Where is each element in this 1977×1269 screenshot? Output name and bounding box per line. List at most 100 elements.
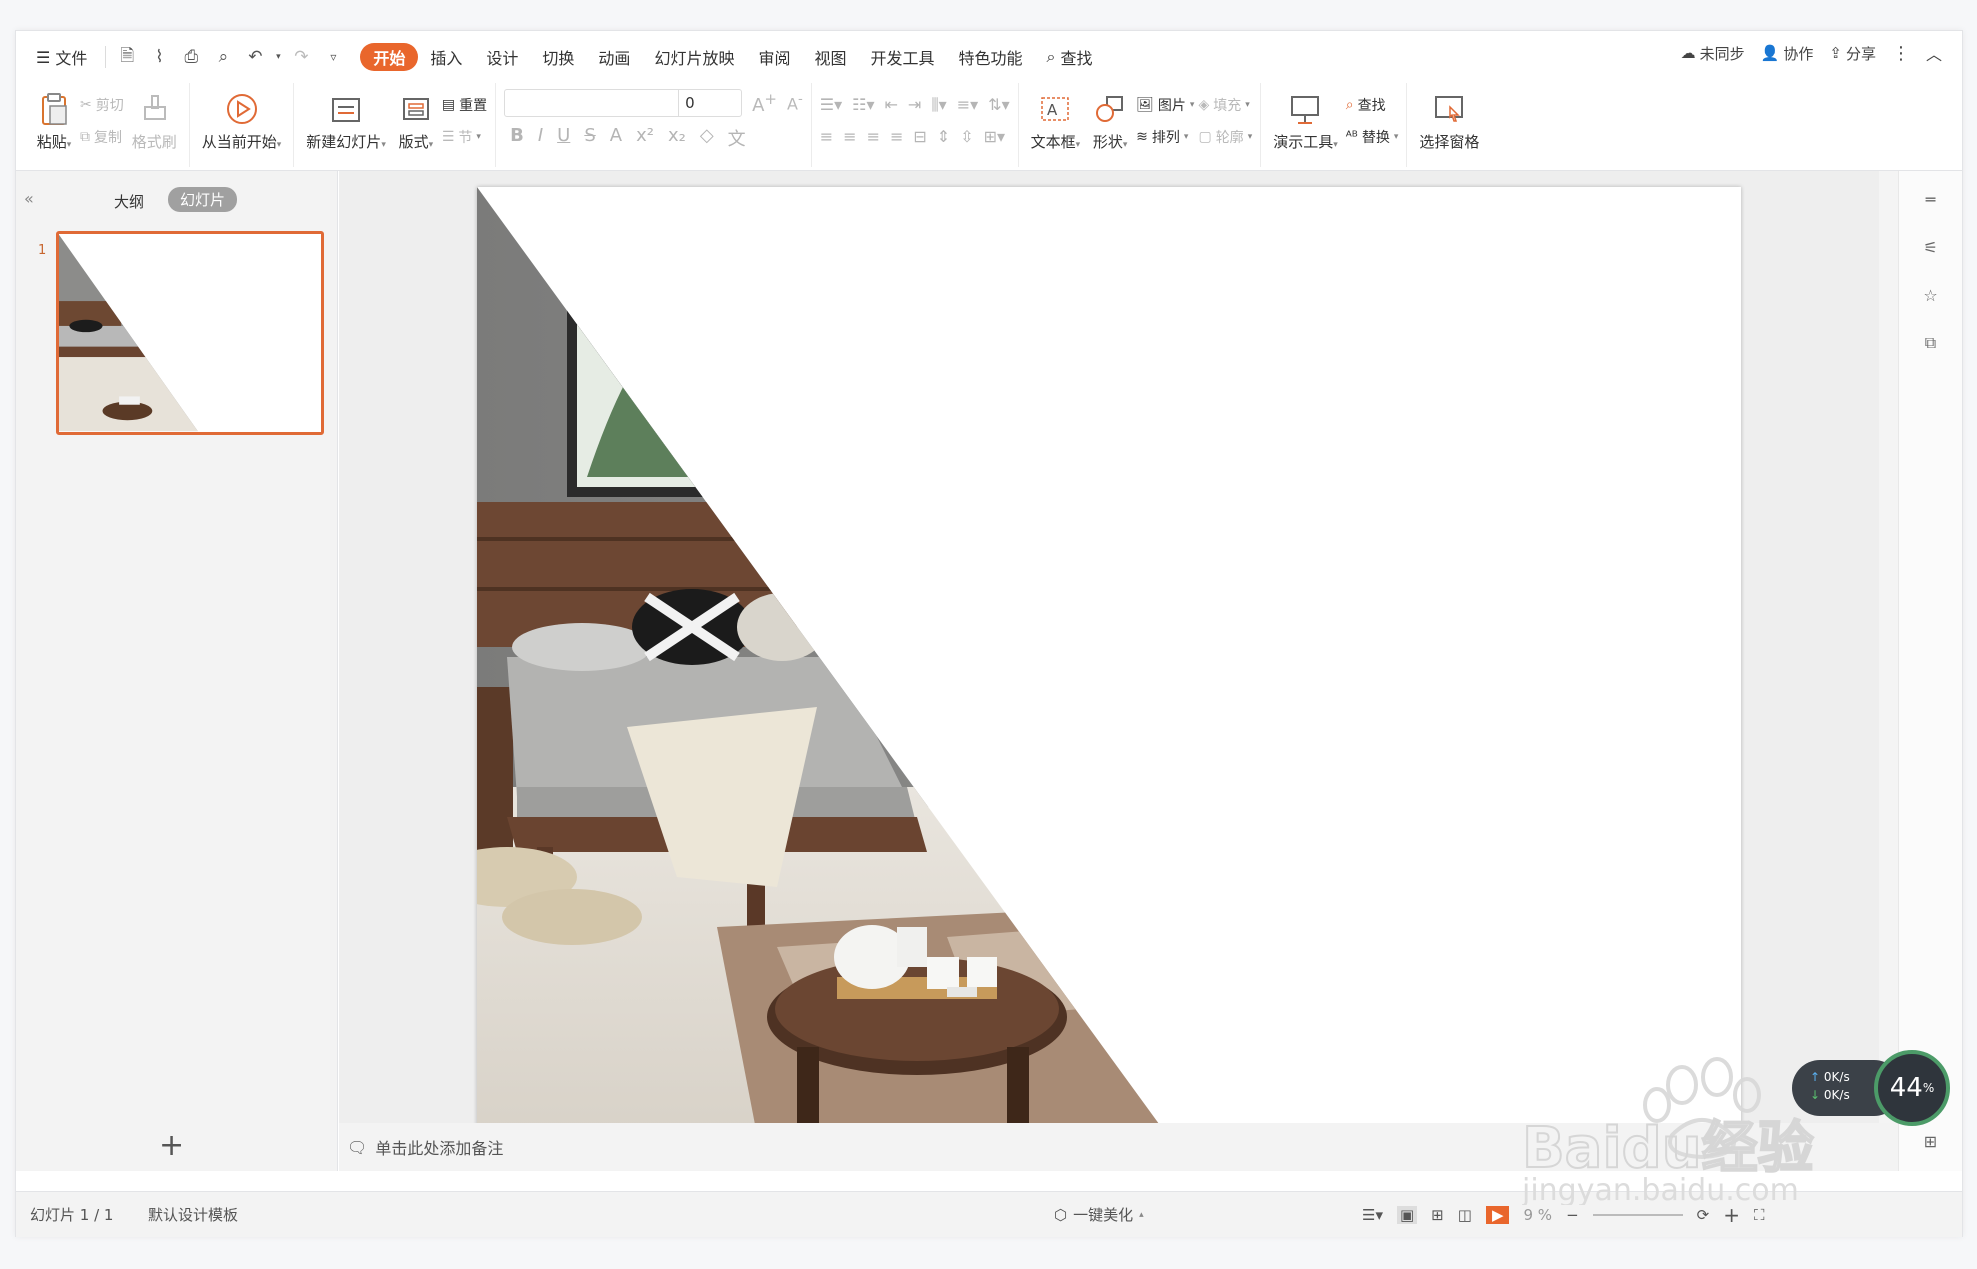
file-menu[interactable]: ☰ 文件: [24, 41, 99, 73]
redo-icon[interactable]: ↷: [286, 42, 316, 72]
format-painter-icon: [136, 91, 172, 127]
decrease-font-icon[interactable]: A-: [787, 92, 803, 113]
align-left-icon[interactable]: ≡: [820, 127, 833, 146]
tab-view[interactable]: 视图: [802, 41, 858, 73]
copy-button[interactable]: ⧉ 复制: [80, 125, 124, 149]
share-button[interactable]: ⇪ 分享: [1829, 43, 1876, 64]
tab-special-features[interactable]: 特色功能: [947, 41, 1035, 73]
tab-insert[interactable]: 插入: [418, 41, 474, 73]
superscript-icon[interactable]: x²: [636, 125, 654, 151]
align-right-icon[interactable]: ≡: [867, 127, 880, 146]
columns-icon[interactable]: ⫼▾: [931, 95, 946, 115]
sync-status-button[interactable]: ☁ 未同步: [1681, 43, 1745, 64]
tab-developer[interactable]: 开发工具: [858, 41, 946, 73]
increase-font-icon[interactable]: A+: [752, 90, 777, 116]
collapse-panel-icon[interactable]: «: [24, 189, 34, 208]
tab-animations[interactable]: 动画: [586, 41, 642, 73]
collapse-ribbon-icon[interactable]: ︿: [1926, 41, 1942, 65]
zoom-level[interactable]: 9 %: [1523, 1206, 1552, 1224]
properties-icon[interactable]: ⚟: [1917, 233, 1945, 261]
selection-pane-button[interactable]: 选择窗格: [1415, 89, 1483, 167]
reading-view-icon[interactable]: ◫: [1458, 1206, 1472, 1224]
tab-outline[interactable]: 大纲: [114, 191, 144, 212]
print-preview-icon[interactable]: ⌕: [208, 42, 238, 72]
template-name[interactable]: 默认设计模板: [148, 1204, 238, 1225]
strikethrough-icon[interactable]: S: [584, 125, 595, 151]
format-brush-icon[interactable]: ⌇: [144, 42, 174, 72]
textbox-button[interactable]: A 文本框▾: [1027, 89, 1085, 167]
numbered-list-icon[interactable]: ☷▾: [852, 95, 874, 115]
animation-star-icon[interactable]: ☆: [1917, 281, 1945, 309]
distribute-icon[interactable]: ⊟: [913, 127, 926, 146]
align-center-icon[interactable]: ≡: [843, 127, 856, 146]
fullscreen-icon[interactable]: ⛶: [1754, 1206, 1765, 1224]
fill-button[interactable]: ◈ 填充 ▾: [1198, 93, 1252, 117]
print-icon[interactable]: ⎙: [176, 42, 206, 72]
search-button[interactable]: ⌕ 查找: [1035, 41, 1105, 73]
outline-button[interactable]: ▢ 轮廓 ▾: [1198, 125, 1252, 149]
tab-design[interactable]: 设计: [474, 41, 530, 73]
section-button[interactable]: ☰ 节 ▾: [442, 125, 487, 149]
vertical-scrollbar[interactable]: [1879, 171, 1899, 1123]
presentation-tools-button[interactable]: 演示工具▾: [1269, 89, 1342, 167]
grid-view-icon[interactable]: ⊞: [1917, 1127, 1945, 1155]
transform-icon[interactable]: ⧉: [1917, 329, 1945, 357]
find-button[interactable]: ⌕ 查找: [1346, 93, 1399, 117]
slide-thumbnail[interactable]: [56, 231, 324, 435]
text-direction-icon[interactable]: ⇅▾: [988, 95, 1009, 115]
undo-dropdown-icon[interactable]: ▾: [272, 42, 284, 72]
italic-icon[interactable]: I: [538, 125, 543, 151]
format-painter-button[interactable]: 格式刷: [128, 89, 181, 167]
zoom-in-icon[interactable]: +: [1723, 1203, 1740, 1227]
zoom-out-icon[interactable]: −: [1566, 1206, 1579, 1224]
new-slide-button[interactable]: 新建幻灯片▾: [302, 89, 390, 167]
paragraph-spacing-icon[interactable]: ⇕: [937, 127, 950, 146]
normal-view-icon[interactable]: ▣: [1396, 1205, 1418, 1224]
phonetic-icon[interactable]: 文: [728, 125, 746, 151]
beautify-button[interactable]: ⬡ 一键美化 ▴: [1054, 1204, 1144, 1225]
add-slide-icon[interactable]: +: [159, 1128, 184, 1163]
play-from-current-button[interactable]: 从当前开始▾: [198, 89, 286, 167]
undo-icon[interactable]: ↶: [240, 42, 270, 72]
more-options-icon[interactable]: ⋮: [1892, 43, 1910, 64]
font-name-input[interactable]: [505, 90, 680, 116]
bullet-list-icon[interactable]: ☰▾: [820, 95, 842, 115]
underline-icon[interactable]: U: [557, 125, 570, 151]
line-spacing-icon[interactable]: ≡▾: [957, 95, 978, 115]
tab-home[interactable]: 开始: [360, 43, 419, 71]
tab-slideshow[interactable]: 幻灯片放映: [642, 41, 746, 73]
smartart-icon[interactable]: ⊞▾: [984, 127, 1005, 146]
tab-transitions[interactable]: 切换: [530, 41, 586, 73]
cut-button[interactable]: ✂ 剪切: [80, 93, 124, 117]
slide-sorter-icon[interactable]: ⊞: [1431, 1206, 1444, 1224]
shape-button[interactable]: 形状▾: [1088, 89, 1132, 167]
subscript-icon[interactable]: x₂: [668, 125, 686, 151]
paste-button[interactable]: 粘贴▾: [32, 89, 76, 167]
font-size-input[interactable]: 0: [679, 94, 741, 112]
drag-handle-icon[interactable]: ═: [1917, 185, 1945, 213]
decrease-indent-icon[interactable]: ⇤: [885, 95, 898, 115]
replace-button[interactable]: ᴬᴮ 替换 ▾: [1346, 125, 1399, 149]
bold-icon[interactable]: B: [510, 125, 524, 151]
layout-button[interactable]: 版式▾: [394, 89, 438, 167]
font-color-icon[interactable]: A: [610, 125, 622, 151]
notes-bar[interactable]: 🗨 单击此处添加备注: [339, 1123, 1899, 1171]
tab-review[interactable]: 审阅: [746, 41, 802, 73]
customize-quick-access-icon[interactable]: ▿: [318, 42, 348, 72]
play-slideshow-icon[interactable]: ▶: [1485, 1205, 1510, 1224]
zoom-slider[interactable]: [1592, 1213, 1683, 1216]
save-icon[interactable]: 🗎: [112, 42, 142, 72]
clear-format-icon[interactable]: ◇: [700, 125, 714, 151]
picture-button[interactable]: 🖼 图片 ▾: [1136, 93, 1194, 117]
align-text-icon[interactable]: ⇳: [960, 127, 973, 146]
justify-icon[interactable]: ≡: [890, 127, 903, 146]
collaborate-button[interactable]: 👤 协作: [1761, 43, 1814, 64]
network-speed-widget[interactable]: ↑ 0K/s ↓ 0K/s 44%: [1792, 1050, 1952, 1126]
slide-canvas[interactable]: [477, 187, 1741, 1135]
tab-slides[interactable]: 幻灯片: [168, 187, 238, 212]
fit-window-icon[interactable]: ⟳: [1697, 1206, 1710, 1224]
increase-indent-icon[interactable]: ⇥: [908, 95, 921, 115]
reset-button[interactable]: ▤ 重置: [442, 93, 487, 117]
notes-toggle-icon[interactable]: ☰▾: [1362, 1206, 1383, 1224]
arrange-button[interactable]: ≋ 排列 ▾: [1136, 125, 1194, 149]
